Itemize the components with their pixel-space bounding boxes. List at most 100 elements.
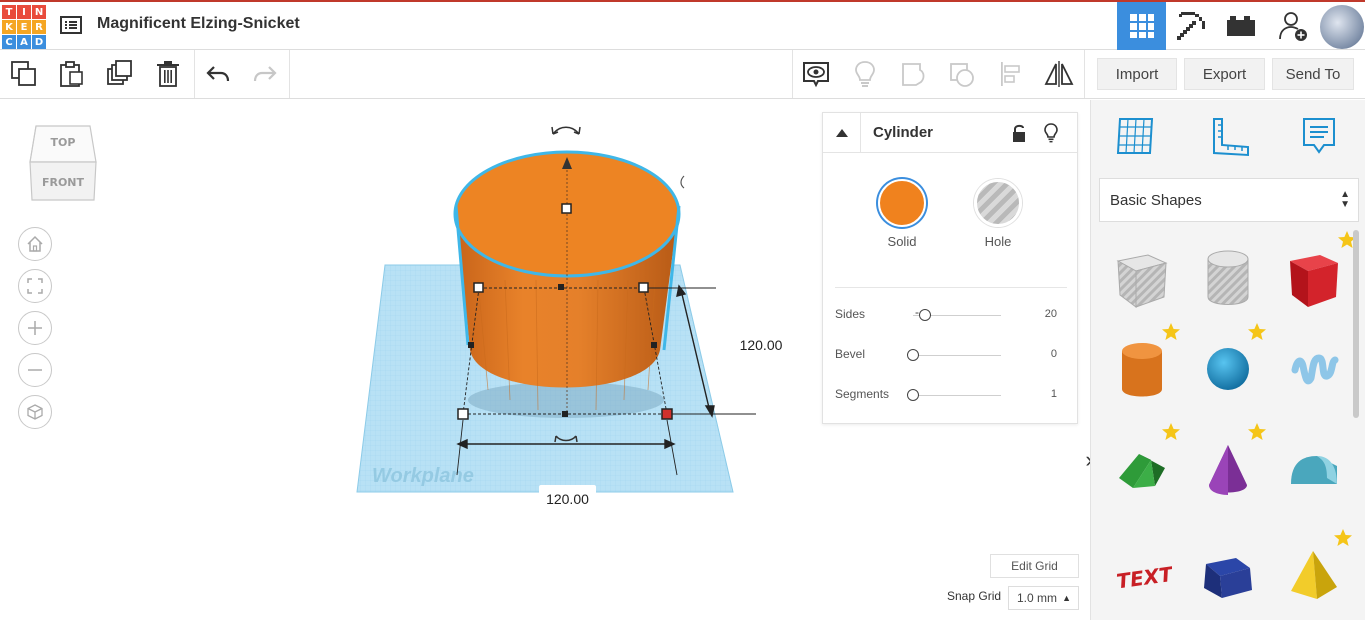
rotate-handle-side[interactable] [680, 175, 685, 189]
duplicate-icon [107, 60, 132, 85]
logo-letter: N [32, 5, 46, 19]
logo-letter: D [32, 35, 46, 49]
solid-option[interactable]: Solid [872, 179, 932, 249]
shape-round-roof[interactable] [1279, 434, 1349, 504]
copy-button[interactable] [6, 56, 42, 92]
text-shape-label: TEXT [1115, 562, 1172, 594]
shape-category-select[interactable]: Basic Shapes ▲ ▼ [1099, 178, 1359, 222]
shape-cylinder-hole[interactable] [1193, 242, 1263, 312]
hole-option[interactable]: Hole [968, 179, 1028, 249]
undo-button[interactable] [200, 56, 236, 92]
shape-box[interactable] [1279, 231, 1356, 312]
rotate-handle-top[interactable] [551, 126, 581, 135]
workspace-viewport[interactable]: Workplane 120.00 120.00 TOP FRONT Cylind… [0, 100, 1093, 620]
edit-grid-button[interactable]: Edit Grid [990, 554, 1079, 578]
snap-grid-select[interactable]: 1.0 mm ▲ [1008, 586, 1079, 610]
collapse-inspector-button[interactable] [823, 113, 861, 153]
cylinder-icon [1122, 343, 1162, 397]
shape-text[interactable]: TEXT [1107, 540, 1177, 610]
shapes-scrollbar[interactable] [1353, 230, 1359, 418]
align-button[interactable] [993, 56, 1029, 92]
shape-box-hole[interactable] [1107, 242, 1177, 312]
show-all-button[interactable] [798, 56, 834, 92]
design-list-button[interactable] [58, 12, 84, 38]
duplicate-button[interactable] [102, 56, 138, 92]
favorite-star-icon[interactable] [1247, 322, 1267, 342]
mirror-button[interactable] [1041, 56, 1077, 92]
prop-segments-label: Segments [835, 387, 890, 401]
zoom-in-button[interactable] [18, 311, 52, 345]
zoom-out-button[interactable] [18, 353, 52, 387]
3d-design-view-button[interactable] [1117, 2, 1166, 50]
ungroup-button[interactable] [944, 56, 980, 92]
prop-sides-label: Sides [835, 307, 866, 321]
workplane-icon [1116, 118, 1154, 154]
bricks-view-button[interactable] [1216, 2, 1265, 50]
logo-letter: C [2, 35, 16, 49]
box-hole-icon [1116, 254, 1168, 308]
hole-label: Hole [984, 234, 1012, 249]
shape-scribble[interactable] [1279, 334, 1349, 404]
import-button[interactable]: Import [1097, 58, 1177, 90]
prop-segments-value[interactable]: 1 [1051, 388, 1057, 400]
segments-slider-track[interactable] [913, 395, 1001, 396]
chevron-up-icon [835, 129, 848, 137]
bricks-icon [1226, 16, 1255, 36]
toolbar-divider [289, 50, 290, 98]
delete-icon [157, 61, 179, 87]
top-bar: TIN KER CAD Magnificent Elzing-Snicket [0, 0, 1365, 50]
fit-view-button[interactable] [18, 269, 52, 303]
shapes-panel: Basic Shapes ▲ ▼ TEXT [1090, 100, 1365, 620]
minecraft-view-button[interactable] [1166, 2, 1215, 50]
grid-view-icon [1129, 14, 1154, 38]
logo-letter: K [2, 20, 16, 34]
design-title[interactable]: Magnificent Elzing-Snicket [97, 15, 300, 33]
ruler-tool-button[interactable] [1205, 112, 1253, 160]
avatar[interactable] [1320, 5, 1364, 49]
user-add-button[interactable] [1268, 2, 1317, 50]
shape-sphere[interactable] [1193, 323, 1266, 404]
delete-button[interactable] [150, 56, 186, 92]
light-button[interactable] [1039, 121, 1063, 145]
favorite-star-icon[interactable] [1161, 322, 1181, 342]
shape-roof[interactable] [1107, 423, 1180, 504]
group-button[interactable] [896, 56, 932, 92]
solid-swatch[interactable] [878, 179, 926, 227]
sphere-icon [1207, 348, 1249, 390]
lightbulb-icon [1044, 123, 1058, 143]
undo-icon [206, 66, 230, 82]
favorite-star-icon[interactable] [1161, 422, 1181, 442]
segments-slider-knob[interactable] [907, 389, 919, 401]
notes-button[interactable] [847, 56, 883, 92]
workplane-tool-button[interactable] [1111, 112, 1159, 160]
lock-button[interactable] [1007, 121, 1031, 145]
redo-button[interactable] [247, 56, 283, 92]
shape-wedge[interactable] [1193, 540, 1263, 610]
viewcube-front-label: FRONT [42, 176, 85, 189]
send-to-button[interactable]: Send To [1272, 58, 1354, 90]
view-cube[interactable]: TOP FRONT [28, 124, 98, 204]
paste-button[interactable] [53, 56, 89, 92]
favorite-star-icon[interactable] [1333, 528, 1353, 548]
home-view-button[interactable] [18, 227, 52, 261]
shape-cylinder[interactable] [1107, 323, 1180, 404]
toolbar-divider [792, 50, 793, 98]
bevel-slider-knob[interactable] [907, 349, 919, 361]
export-button[interactable]: Export [1184, 58, 1265, 90]
hole-swatch[interactable] [974, 179, 1022, 227]
favorite-star-icon[interactable] [1247, 422, 1267, 442]
sides-slider-knob[interactable] [919, 309, 932, 321]
width-value-input[interactable]: 120.00 [539, 485, 596, 513]
bevel-slider-track[interactable] [913, 355, 1001, 356]
prop-sides-value[interactable]: 20 [1045, 308, 1057, 320]
shape-pyramid[interactable] [1279, 529, 1352, 610]
notes-tool-button[interactable] [1295, 112, 1343, 160]
wedge-icon [1204, 558, 1252, 598]
tinkercad-logo[interactable]: TIN KER CAD [2, 5, 46, 49]
zoom-out-icon [28, 369, 42, 371]
prop-bevel-value[interactable]: 0 [1051, 348, 1057, 360]
perspective-button[interactable] [18, 395, 52, 429]
shape-cone[interactable] [1193, 423, 1266, 504]
prop-bevel-label: Bevel [835, 347, 866, 361]
height-value-input[interactable]: 120.00 [733, 331, 789, 359]
